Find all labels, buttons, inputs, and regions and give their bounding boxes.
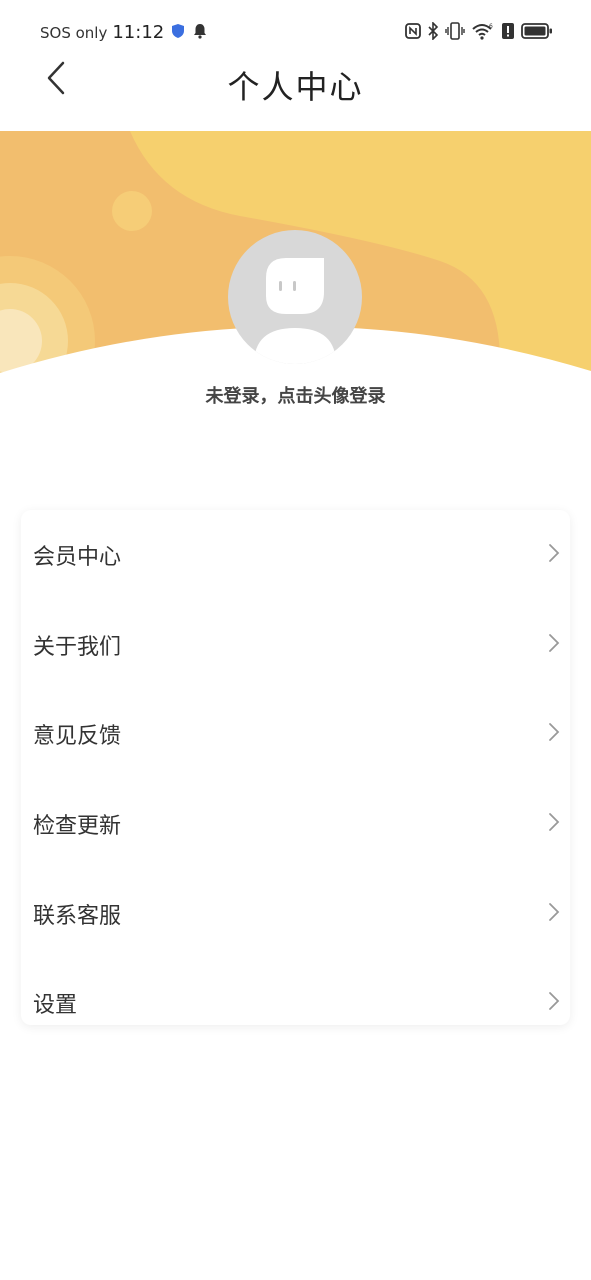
menu-item-about-us[interactable]: 关于我们 (21, 600, 570, 690)
app-header: 个人中心 (0, 56, 591, 116)
menu-item-check-update[interactable]: 检查更新 (21, 779, 570, 869)
carrier-text: SOS only (40, 23, 108, 42)
menu-item-label: 意见反馈 (33, 724, 122, 750)
menu-item-member-center[interactable]: 会员中心 (21, 510, 570, 600)
chevron-right-icon (548, 812, 560, 836)
bluetooth-icon (427, 21, 439, 44)
menu-item-label: 联系客服 (33, 903, 122, 929)
menu-item-label: 会员中心 (33, 544, 122, 570)
bell-icon (192, 23, 208, 43)
avatar[interactable] (228, 230, 362, 364)
menu-item-contact-support[interactable]: 联系客服 (21, 869, 570, 959)
menu-item-settings[interactable]: 设置 (21, 958, 570, 1048)
status-bar-right: 6 (405, 21, 553, 44)
menu-item-label: 设置 (33, 993, 78, 1019)
menu-item-label: 检查更新 (33, 813, 122, 839)
chevron-right-icon (548, 543, 560, 567)
chevron-right-icon (548, 633, 560, 657)
shield-icon (172, 23, 185, 42)
page-title: 个人中心 (227, 68, 364, 106)
default-avatar-icon (228, 230, 362, 364)
chevron-right-icon (548, 991, 560, 1015)
chevron-right-icon (548, 722, 560, 746)
login-hint[interactable]: 未登录，点击头像登录 (0, 382, 591, 408)
vibrate-icon (445, 22, 465, 44)
clock-time: 11:12 (112, 22, 165, 43)
status-bar: SOS only 11:12 6 (0, 0, 591, 64)
chevron-right-icon (548, 902, 560, 926)
status-bar-left: SOS only 11:12 (40, 22, 208, 43)
menu-item-feedback[interactable]: 意见反馈 (21, 689, 570, 779)
nfc-icon (405, 23, 421, 43)
menu-card: 会员中心 关于我们 意见反馈 检查更新 联系客服 设置 (21, 510, 570, 1025)
svg-text:6: 6 (489, 23, 493, 30)
wifi-icon: 6 (471, 22, 495, 44)
battery-icon (521, 22, 553, 44)
menu-item-label: 关于我们 (33, 634, 122, 660)
battery-saver-icon (501, 22, 515, 44)
